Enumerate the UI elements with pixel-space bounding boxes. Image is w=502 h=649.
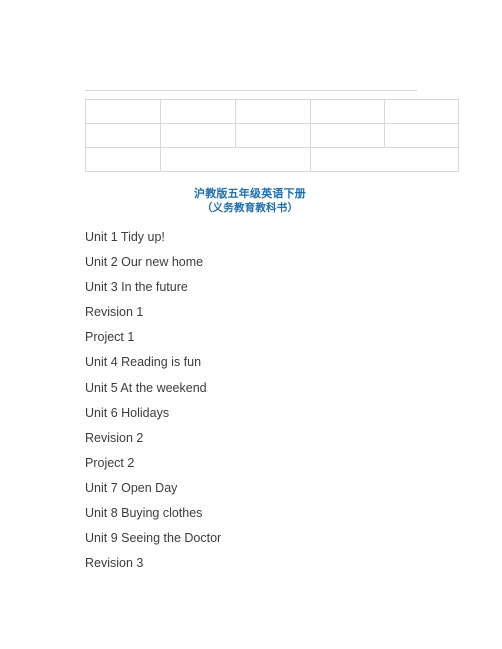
document-page: 沪教版五年级英语下册 （义务教育教科书） Unit 1 Tidy up! Uni…: [0, 0, 502, 649]
table-cell[interactable]: [384, 123, 459, 148]
list-item[interactable]: Unit 1 Tidy up!: [85, 225, 425, 250]
list-item[interactable]: Unit 4 Reading is fun: [85, 350, 425, 375]
list-item[interactable]: Unit 3 In the future: [85, 275, 425, 300]
list-item[interactable]: Project 2: [85, 451, 425, 476]
table-cell[interactable]: [235, 99, 311, 124]
list-item[interactable]: Unit 5 At the weekend: [85, 376, 425, 401]
list-item[interactable]: Revision 1: [85, 300, 425, 325]
list-item[interactable]: Project 1: [85, 325, 425, 350]
table-row: [85, 123, 459, 148]
list-item[interactable]: Unit 2 Our new home: [85, 250, 425, 275]
table-row: [85, 99, 459, 124]
book-title: 沪教版五年级英语下册 （义务教育教科书）: [0, 186, 502, 216]
table-row: [85, 147, 459, 172]
table-cell[interactable]: [310, 147, 459, 172]
table-cell[interactable]: [310, 99, 385, 124]
table-cell[interactable]: [384, 99, 459, 124]
list-item[interactable]: Unit 8 Buying clothes: [85, 501, 425, 526]
contents-list: Unit 1 Tidy up! Unit 2 Our new home Unit…: [85, 225, 425, 576]
table-cell[interactable]: [160, 123, 236, 148]
list-item[interactable]: Unit 9 Seeing the Doctor: [85, 526, 425, 551]
book-title-subtitle: （义务教育教科书）: [201, 202, 299, 214]
table-cell[interactable]: [160, 147, 311, 172]
list-item[interactable]: Revision 2: [85, 426, 425, 451]
empty-layout-table: [85, 99, 459, 172]
table-cell[interactable]: [160, 99, 236, 124]
table-cell[interactable]: [85, 147, 161, 172]
list-item[interactable]: Unit 6 Holidays: [85, 401, 425, 426]
table-cell[interactable]: [235, 123, 311, 148]
list-item[interactable]: Unit 7 Open Day: [85, 476, 425, 501]
book-title-main: 沪教版五年级英语下册: [194, 187, 306, 200]
list-item[interactable]: Revision 3: [85, 551, 425, 576]
table-cell[interactable]: [85, 99, 161, 124]
table-cell[interactable]: [310, 123, 385, 148]
header-divider-rule: [85, 90, 417, 91]
table-cell[interactable]: [85, 123, 161, 148]
